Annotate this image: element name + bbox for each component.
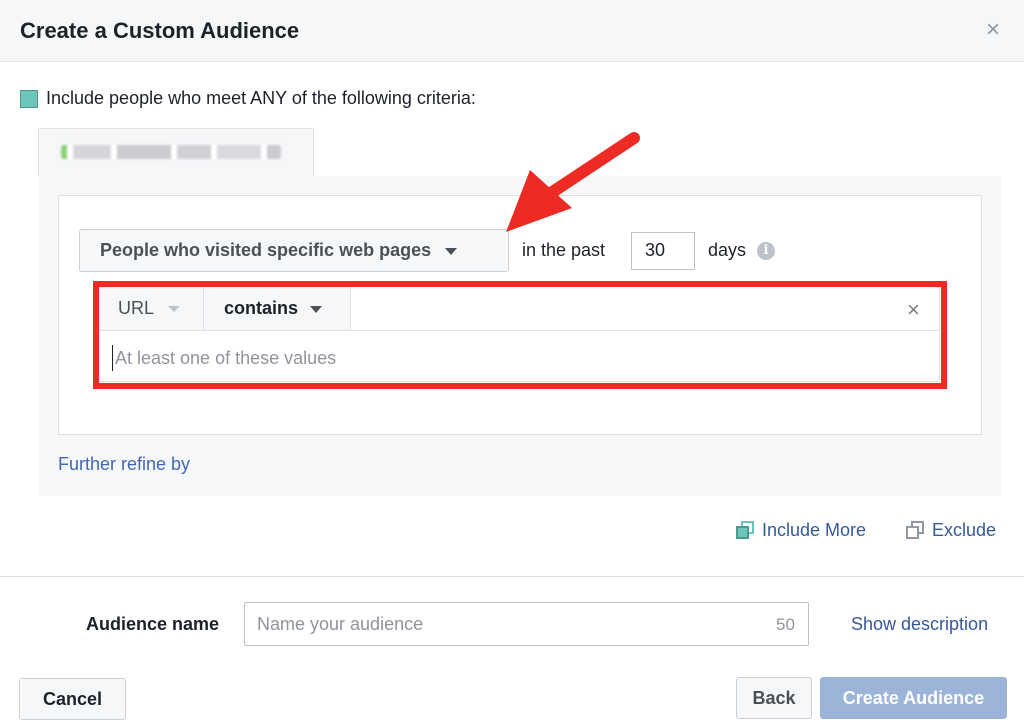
pixel-source-tab[interactable] xyxy=(38,128,314,176)
footer-divider xyxy=(0,576,1024,577)
in-the-past-label: in the past xyxy=(522,240,606,260)
dialog-header: Create a Custom Audience × xyxy=(0,0,1024,62)
criteria-text: Include people who meet ANY of the follo… xyxy=(46,88,476,108)
exclude-stack-icon xyxy=(906,520,926,541)
visit-type-label: People who visited specific web pages xyxy=(100,240,432,260)
dialog-title: Create a Custom Audience xyxy=(20,18,300,43)
include-stack-icon xyxy=(736,520,756,541)
include-more-link[interactable]: Include More xyxy=(736,520,866,541)
audience-name-input[interactable] xyxy=(244,602,809,646)
include-more-label: Include More xyxy=(762,520,867,540)
exclude-label: Exclude xyxy=(932,520,997,540)
blurred-pixel-name xyxy=(61,145,281,159)
exclude-link[interactable]: Exclude xyxy=(906,520,996,541)
cancel-button[interactable]: Cancel xyxy=(19,678,126,720)
further-refine-link[interactable]: Further refine by xyxy=(58,454,190,475)
teal-square-icon xyxy=(20,89,38,108)
info-icon[interactable]: i xyxy=(757,242,775,260)
char-count: 50 xyxy=(776,615,795,634)
days-label: days xyxy=(708,240,747,260)
caret-down-icon xyxy=(445,247,458,255)
create-audience-button[interactable]: Create Audience xyxy=(820,677,1007,719)
back-button[interactable]: Back xyxy=(736,677,812,719)
highlight-frame xyxy=(93,281,947,389)
criteria-heading: Include people who meet ANY of the follo… xyxy=(20,88,476,109)
audience-name-label: Audience name xyxy=(86,614,220,634)
visit-type-dropdown[interactable]: People who visited specific web pages xyxy=(79,229,509,272)
close-icon[interactable]: × xyxy=(986,18,1000,42)
show-description-link[interactable]: Show description xyxy=(851,614,988,635)
days-input[interactable]: 30 xyxy=(631,232,695,270)
